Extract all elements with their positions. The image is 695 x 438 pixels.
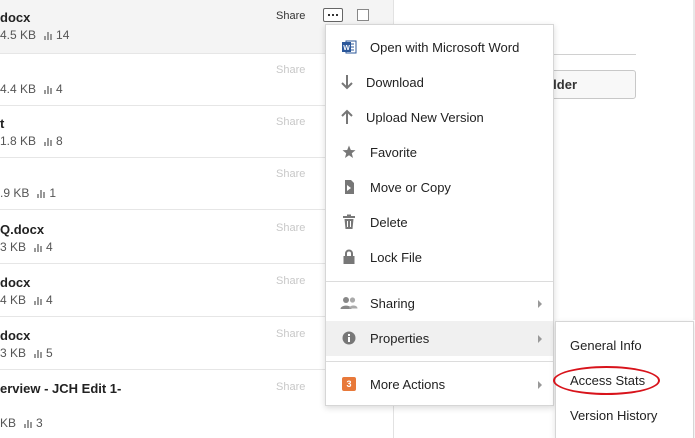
row-checkbox[interactable] xyxy=(357,9,369,21)
file-size: 1.8 KB xyxy=(0,134,37,148)
upload-arrow-icon xyxy=(338,108,356,126)
menu-item-open-with-word[interactable]: W Open with Microsoft Word xyxy=(326,30,553,65)
views-bar-icon xyxy=(24,419,33,428)
submenu-arrow-icon xyxy=(538,300,542,308)
more-options-button[interactable] xyxy=(323,8,343,22)
badge-3-icon: 3 xyxy=(340,375,358,393)
menu-item-label: More Actions xyxy=(370,377,446,392)
star-icon xyxy=(340,143,358,161)
file-name[interactable]: Q.docx xyxy=(0,222,44,237)
file-size: 4.4 KB xyxy=(0,82,37,96)
views-bar-icon xyxy=(44,137,53,146)
file-size: 3 KB xyxy=(0,240,27,254)
share-link[interactable]: Share xyxy=(276,222,305,234)
share-link[interactable]: Share xyxy=(276,381,305,393)
share-link[interactable]: Share xyxy=(276,10,305,22)
menu-item-more-actions[interactable]: 3 More Actions xyxy=(326,367,553,402)
view-count: 5 xyxy=(46,346,53,360)
menu-item-favorite[interactable]: Favorite xyxy=(326,135,553,170)
submenu-arrow-icon xyxy=(538,381,542,389)
views-bar-icon xyxy=(37,189,46,198)
file-meta: 3 KB 5 xyxy=(0,346,53,360)
submenu-item-general-info[interactable]: General Info xyxy=(570,338,642,353)
views-bar-icon xyxy=(34,243,43,252)
word-icon: W xyxy=(340,38,358,56)
menu-item-label: Download xyxy=(366,75,424,90)
menu-item-label: Lock File xyxy=(370,250,423,265)
file-meta: 4 KB 4 xyxy=(0,293,53,307)
file-meta: 4.4 KB 4 xyxy=(0,82,63,96)
menu-item-lock-file[interactable]: Lock File xyxy=(326,240,553,275)
view-count: 1 xyxy=(49,186,57,200)
file-context-menu: W Open with Microsoft Word Download Uplo… xyxy=(325,24,554,406)
menu-item-label: Open with Microsoft Word xyxy=(370,40,520,55)
menu-item-move-or-copy[interactable]: Move or Copy xyxy=(326,170,553,205)
access-stats-highlight-ring xyxy=(553,366,660,395)
trash-icon xyxy=(340,213,358,231)
views-bar-icon xyxy=(44,31,53,40)
menu-item-label: Move or Copy xyxy=(370,180,451,195)
menu-item-label: Favorite xyxy=(370,145,417,160)
menu-item-label: Sharing xyxy=(370,296,415,311)
file-meta: 3 KB 4 xyxy=(0,240,53,254)
menu-item-label: Properties xyxy=(370,331,430,346)
more-actions-badge: 3 xyxy=(342,377,356,391)
view-count: 4 xyxy=(46,240,53,254)
panel-rule xyxy=(540,54,636,55)
menu-item-sharing[interactable]: Sharing xyxy=(326,286,553,321)
svg-text:W: W xyxy=(343,45,350,52)
file-name[interactable]: docx xyxy=(0,10,30,25)
share-link[interactable]: Share xyxy=(276,168,305,180)
views-bar-icon xyxy=(44,85,53,94)
file-name[interactable]: erview - JCH Edit 1- xyxy=(0,381,121,396)
file-meta: KB 3 xyxy=(0,416,43,430)
file-size: 3 KB xyxy=(0,346,27,360)
views-bar-icon xyxy=(34,349,43,358)
share-link[interactable]: Share xyxy=(276,116,305,128)
info-icon xyxy=(340,329,358,347)
menu-item-label: Upload New Version xyxy=(366,110,484,125)
submenu-item-version-history[interactable]: Version History xyxy=(570,408,657,423)
file-size: 4.5 KB xyxy=(0,28,37,42)
menu-item-download[interactable]: Download xyxy=(326,65,553,100)
lock-icon xyxy=(340,248,358,266)
views-bar-icon xyxy=(34,296,43,305)
file-size: KB xyxy=(0,416,17,430)
menu-divider xyxy=(326,281,553,282)
menu-item-upload-new-version[interactable]: Upload New Version xyxy=(326,100,553,135)
file-meta: 4.5 KB 14 xyxy=(0,28,69,42)
share-link[interactable]: Share xyxy=(276,328,305,340)
menu-divider xyxy=(326,361,553,362)
file-size: 4 KB xyxy=(0,293,27,307)
file-meta: .9 KB 1 xyxy=(0,186,56,200)
file-name[interactable]: docx xyxy=(0,275,30,290)
file-name[interactable]: docx xyxy=(0,328,30,343)
view-count: 4 xyxy=(56,82,63,96)
view-count: 3 xyxy=(36,416,43,430)
share-link[interactable]: Share xyxy=(276,64,305,76)
view-count: 14 xyxy=(56,28,70,42)
file-name[interactable]: t xyxy=(0,116,4,131)
view-count: 4 xyxy=(46,293,53,307)
menu-item-properties[interactable]: Properties xyxy=(326,321,553,356)
download-arrow-icon xyxy=(338,73,356,91)
share-link[interactable]: Share xyxy=(276,275,305,287)
menu-item-delete[interactable]: Delete xyxy=(326,205,553,240)
view-count: 8 xyxy=(56,134,63,148)
move-copy-icon xyxy=(340,178,358,196)
file-size: .9 KB xyxy=(0,186,30,200)
people-icon xyxy=(340,294,358,312)
folder-button-label: lder xyxy=(553,77,577,92)
menu-item-label: Delete xyxy=(370,215,408,230)
submenu-arrow-icon xyxy=(538,335,542,343)
file-meta: 1.8 KB 8 xyxy=(0,134,63,148)
